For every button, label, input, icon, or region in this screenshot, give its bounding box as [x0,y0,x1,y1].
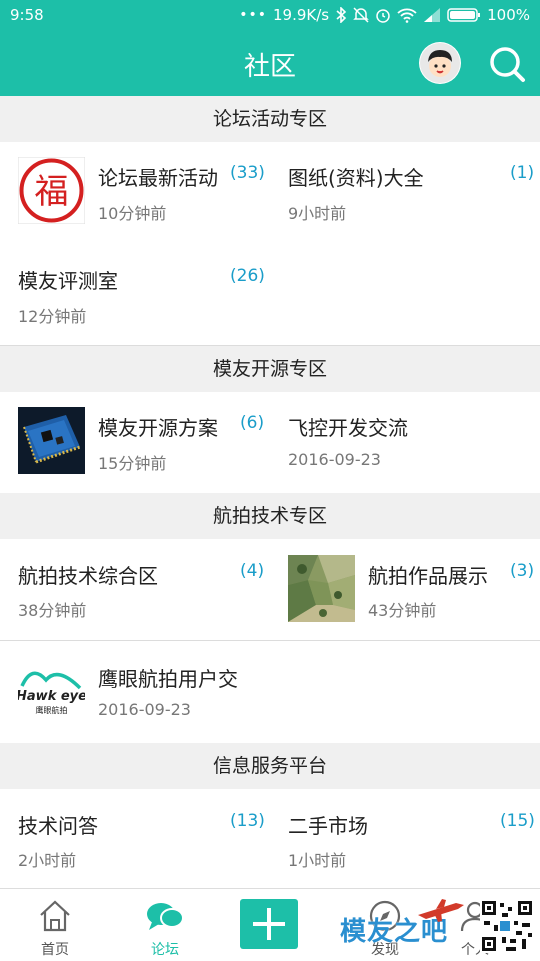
forum-count: (15) [500,811,535,831]
chat-icon [147,903,184,930]
forum-count: (26) [230,266,265,286]
forum-time: 43分钟前 [368,601,437,620]
forum-time: 2小时前 [18,851,77,870]
tab-label: 发现 [371,942,399,958]
net-speed: 19.9K/s [273,6,330,24]
forum-count: (3) [510,561,535,581]
section-header-aerial-photo: 航拍技术专区 [0,493,540,539]
fu-logo-thumbnail: 福 [18,157,85,224]
svg-text:Hawk eye: Hawk eye [18,689,85,704]
mute-icon [353,7,369,23]
section-header-info-service: 信息服务平台 [0,743,540,789]
forum-count: (1) [510,163,535,183]
forum-count: (6) [240,413,265,433]
bottom-tab-bar: 首页 论坛 发现 个人 [0,888,540,961]
forum-name: 飞控开发交流 [288,416,408,440]
tab-personal[interactable]: 个人 [440,889,510,961]
status-icons: ••• 19.9K/s 100% [239,6,530,24]
forum-name: 图纸(资料)大全 [288,166,424,190]
home-icon [40,900,70,932]
divider [0,640,540,641]
forum-name: 鹰眼航拍用户交 [98,667,238,691]
signal-icon [424,8,441,22]
avatar-icon [420,43,460,83]
avatar[interactable] [419,42,461,84]
tab-discover[interactable]: 发现 [350,889,420,961]
svg-text:鹰眼航拍: 鹰眼航拍 [36,705,68,715]
dots-icon: ••• [239,7,267,23]
forum-count: (33) [230,163,265,183]
forum-name: 技术问答 [18,814,98,838]
wifi-icon [397,8,417,23]
status-bar: 9:58 ••• 19.9K/s 100% [0,0,540,32]
person-icon [460,901,490,932]
bluetooth-icon [336,7,347,23]
circuit-board-thumbnail [18,407,85,474]
forum-count: (4) [240,561,265,581]
forum-time: 15分钟前 [98,454,167,473]
forum-name: 论坛最新活动 [98,166,218,190]
forum-count: (13) [230,811,265,831]
forum-name: 二手市场 [288,814,368,838]
section-header-forum-activity: 论坛活动专区 [0,96,540,142]
forum-time: 12分钟前 [18,307,87,326]
aerial-landscape-thumbnail [288,555,355,622]
forum-name: 模友评测室 [18,269,118,293]
forum-name: 航拍作品展示 [368,564,488,588]
alarm-icon [376,9,390,23]
status-time: 9:58 [10,6,44,24]
plus-icon[interactable] [240,899,298,949]
forum-time: 1小时前 [288,851,347,870]
forum-time: 2016-09-23 [288,450,381,469]
forum-name: 模友开源方案 [98,416,218,440]
discover-icon [369,900,401,932]
battery-icon [447,8,481,22]
forum-time: 2016-09-23 [98,700,191,719]
search-icon[interactable] [488,45,526,83]
forum-time: 38分钟前 [18,601,87,620]
tab-label: 论坛 [151,942,179,958]
tab-forum[interactable]: 论坛 [130,889,200,961]
tab-home[interactable]: 首页 [20,889,90,961]
tab-label: 个人 [461,942,489,958]
svg-text:福: 福 [35,172,69,212]
forum-name: 航拍技术综合区 [18,564,158,588]
forum-time: 10分钟前 [98,204,167,223]
section-header-open-source: 模友开源专区 [0,346,540,392]
battery-level: 100% [487,6,530,24]
tab-label: 首页 [41,942,69,958]
forum-time: 9小时前 [288,204,347,223]
app-bar: 社区 [0,32,540,96]
hawkeye-logo-thumbnail: Hawk eye 鹰眼航拍 [18,658,85,725]
